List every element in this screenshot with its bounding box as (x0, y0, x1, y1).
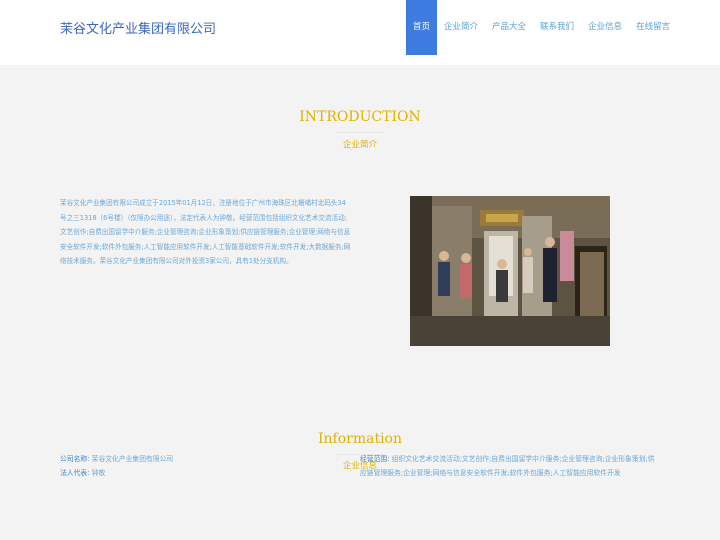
nav-contact[interactable]: 联系我们 (533, 0, 581, 55)
info-right-column: 经营范围: 组织文化艺术交流活动;文艺创作;自费出国留学中介服务;企业管理咨询;… (360, 452, 660, 480)
intro-text: 茉谷文化产业集团有限公司成立于2015年01月12日，注册地位于广州市海珠区北栅… (60, 199, 351, 265)
company-name-label: 公司名称: (60, 455, 90, 463)
main-nav: 首页 企业简介 产品大全 联系我们 企业信息 在线留言 (406, 0, 677, 55)
business-scope-value: 组织文化艺术交流活动;文艺创作;自费出国留学中介服务;企业管理咨询;企业形象策划… (360, 455, 655, 477)
company-photo (410, 196, 610, 346)
company-name-row: 公司名称: 茉谷文化产业集团有限公司 (60, 452, 350, 466)
nav-home[interactable]: 首页 (406, 0, 438, 55)
site-logo[interactable]: 茉谷文化产业集团有限公司 (60, 18, 216, 37)
header: 茉谷文化产业集团有限公司 首页 企业简介 产品大全 联系我们 企业信息 在线留言 (0, 0, 720, 65)
company-name-value: 茉谷文化产业集团有限公司 (91, 455, 174, 463)
nav-company-info[interactable]: 企业信息 (581, 0, 629, 55)
photo-illustration (410, 196, 610, 346)
intro-title: INTRODUCTION (299, 109, 421, 125)
intro-divider (336, 132, 384, 133)
legal-rep-row: 法人代表: 钟敬 (60, 466, 350, 480)
info-left-column: 公司名称: 茉谷文化产业集团有限公司 法人代表: 钟敬 (60, 452, 350, 480)
legal-rep-label: 法人代表: (60, 469, 90, 477)
intro-subtitle: 企业简介 (342, 140, 377, 150)
legal-rep-value: 钟敬 (91, 469, 106, 477)
business-scope-label: 经营范围: (360, 455, 390, 463)
nav-products[interactable]: 产品大全 (485, 0, 533, 55)
nav-message[interactable]: 在线留言 (629, 0, 677, 55)
info-title: Information (317, 431, 403, 447)
nav-about[interactable]: 企业简介 (437, 0, 485, 55)
